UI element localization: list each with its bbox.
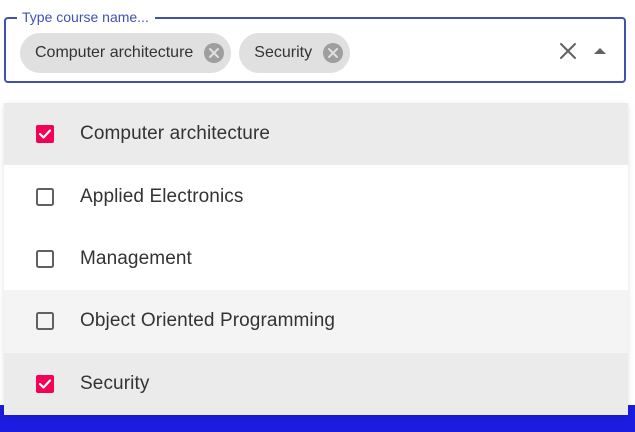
option-label: Security — [80, 372, 150, 394]
page: Type course name... Computer architectur… — [0, 0, 635, 432]
checkbox-unchecked-icon[interactable] — [35, 187, 55, 207]
chip-label: Computer architecture — [35, 44, 194, 61]
list-option-management[interactable]: Management — [4, 228, 628, 290]
chip-security: Security — [239, 33, 351, 73]
option-label: Management — [80, 247, 192, 269]
checkbox-unchecked-icon[interactable] — [35, 311, 55, 331]
list-option-computer-architecture[interactable]: Computer architecture — [4, 103, 628, 166]
option-label: Computer architecture — [80, 123, 271, 145]
list-option-applied-electronics[interactable]: Applied Electronics — [4, 165, 628, 227]
checkbox-checked-icon[interactable] — [35, 374, 55, 394]
chip-computer-architecture: Computer architecture — [20, 33, 232, 73]
list-option-object-oriented-programming[interactable]: Object Oriented Programming — [4, 290, 628, 353]
field-actions — [556, 39, 612, 63]
checkbox-checked-icon[interactable] — [35, 124, 55, 144]
course-autocomplete-field[interactable]: Type course name... Computer architectur… — [4, 8, 626, 83]
list-option-security[interactable]: Security — [4, 352, 628, 415]
selected-chips: Computer architecture Security — [20, 33, 351, 73]
field-label: Type course name... — [17, 8, 155, 26]
arrow-drop-up-icon[interactable] — [588, 39, 612, 63]
cancel-circle-icon[interactable] — [322, 42, 344, 64]
option-label: Applied Electronics — [80, 185, 244, 207]
cancel-circle-icon[interactable] — [203, 42, 225, 64]
close-icon[interactable] — [556, 39, 580, 63]
options-listbox: Computer architecture Applied Electronic… — [4, 103, 628, 415]
option-label: Object Oriented Programming — [80, 310, 336, 332]
checkbox-unchecked-icon[interactable] — [35, 249, 55, 269]
chip-label: Security — [254, 44, 313, 61]
